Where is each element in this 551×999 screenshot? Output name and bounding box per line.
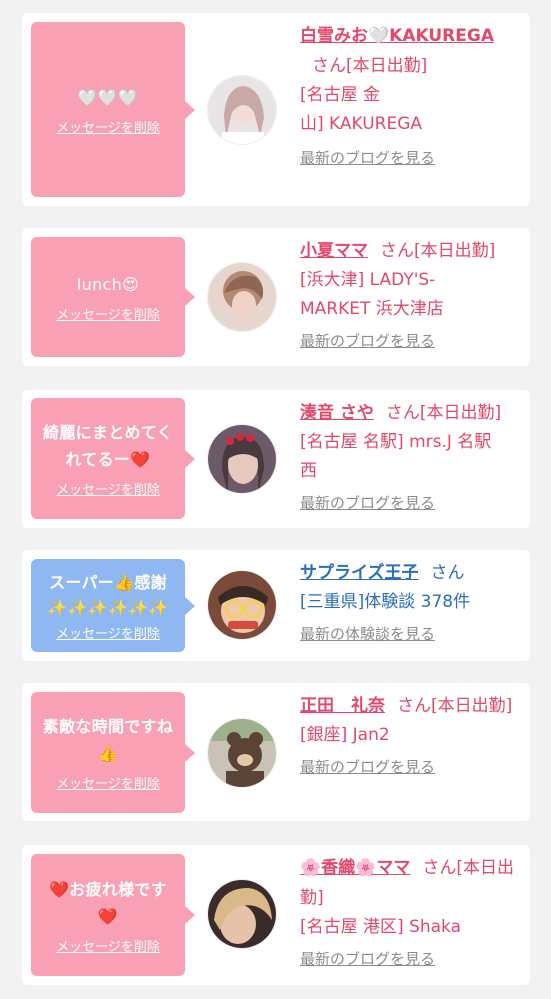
message-text: スーパー👍感謝 ✨✨✨✨✨✨ (47, 572, 169, 617)
message-bubble: 🤍🤍🤍 メッセージを削除 (31, 22, 195, 197)
member-review-count: [三重県]体験談 378件 (300, 592, 471, 612)
avatar[interactable] (207, 262, 277, 332)
member-shop: [名古屋 名駅] mrs.J 名駅 西 (300, 432, 492, 481)
latest-review-link[interactable]: 最新の体験談を見る (300, 623, 435, 644)
member-name-link[interactable]: 白雪みお🤍KAKUREGA (300, 26, 494, 46)
message-text: 素敵な時間ですね 👍 (42, 717, 174, 763)
message-text: 綺麗にまとめてく れてるー❤️ (43, 423, 173, 469)
member-name-line: 小夏ママ さん[本日出勤] (300, 236, 522, 266)
message-bubble: lunch😍 メッセージを削除 (31, 237, 195, 357)
delete-message-link[interactable]: メッセージを削除 (56, 623, 160, 642)
member-status: さん[本日出勤] (380, 241, 496, 261)
delete-message-link[interactable]: メッセージを削除 (56, 304, 160, 323)
member-info: 🌸香織🌸ママ さん[本日出勤] [名古屋 港区] Shaka 最新のブログを見る (300, 853, 522, 969)
latest-blog-link[interactable]: 最新のブログを見る (300, 756, 435, 777)
member-info: 湊音 さや さん[本日出勤] [名古屋 名駅] mrs.J 名駅 西 最新のブログ… (300, 398, 522, 513)
member-status: さん (430, 563, 465, 583)
avatar[interactable] (207, 718, 277, 788)
delete-message-link[interactable]: メッセージを削除 (56, 773, 160, 792)
member-shop: [浜大津] LADY'S- MARKET 浜大津店 (300, 270, 444, 319)
message-text: 🤍🤍🤍 (77, 87, 139, 107)
member-name-link[interactable]: 小夏ママ (300, 241, 368, 261)
message-card: スーパー👍感謝 ✨✨✨✨✨✨ メッセージを削除 サプライズ王子 さん [三重県]体… (22, 550, 530, 661)
member-name-link[interactable]: 正田 礼奈 (300, 696, 385, 716)
member-info: 正田 礼奈 さん[本日出勤] [銀座] Jan2 最新のブログを見る (300, 691, 522, 777)
avatar[interactable] (207, 75, 277, 145)
message-text: lunch😍 (76, 275, 140, 294)
member-status: さん[本日出勤] (385, 403, 502, 423)
member-status: さん[本日出勤] (397, 696, 513, 716)
member-name-link[interactable]: 🌸香織🌸ママ (300, 858, 410, 878)
avatar[interactable] (207, 570, 277, 640)
latest-blog-link[interactable]: 最新のブログを見る (300, 948, 435, 969)
member-name-line: 白雪みお🤍KAKUREGA さん[本日出勤] (300, 21, 522, 81)
member-info: サプライズ王子 さん [三重県]体験談 378件 最新の体験談を見る (300, 558, 522, 644)
delete-message-link[interactable]: メッセージを削除 (56, 479, 160, 498)
member-status: さん[本日出勤] (312, 56, 428, 76)
member-name-line: 🌸香織🌸ママ さん[本日出勤] (300, 853, 522, 913)
member-shop: [名古屋 金 山] KAKUREGA (300, 85, 423, 134)
avatar[interactable] (207, 879, 277, 949)
member-name-line: 湊音 さや さん[本日出勤] (300, 398, 522, 428)
latest-blog-link[interactable]: 最新のブログを見る (300, 330, 435, 351)
member-name-link[interactable]: サプライズ王子 (300, 563, 419, 583)
message-text: ❤️お疲れ様です ❤️ (48, 879, 168, 926)
message-card: 素敵な時間ですね 👍 メッセージを削除 正田 礼奈 さん[本日出勤] [銀座] J… (22, 683, 530, 821)
member-name-line: サプライズ王子 さん (300, 558, 522, 588)
avatar[interactable] (207, 424, 277, 494)
message-card: ❤️お疲れ様です ❤️ メッセージを削除 🌸香織🌸ママ さん[本日出勤] [名古屋… (22, 845, 530, 985)
message-bubble: スーパー👍感謝 ✨✨✨✨✨✨ メッセージを削除 (31, 559, 195, 652)
message-bubble: 素敵な時間ですね 👍 メッセージを削除 (31, 692, 195, 813)
message-card: lunch😍 メッセージを削除 小夏ママ さん[本日出勤] [浜大津] LADY'… (22, 228, 530, 366)
member-name-line: 正田 礼奈 さん[本日出勤] (300, 691, 522, 721)
member-shop: [銀座] Jan2 (300, 725, 390, 745)
message-list: 🤍🤍🤍 メッセージを削除 白雪みお🤍KAKUREGA さん[本日出勤] [名古屋 … (0, 0, 551, 999)
member-info: 小夏ママ さん[本日出勤] [浜大津] LADY'S- MARKET 浜大津店 最… (300, 236, 522, 351)
member-info: 白雪みお🤍KAKUREGA さん[本日出勤] [名古屋 金 山] KAKUREGA… (300, 21, 522, 168)
delete-message-link[interactable]: メッセージを削除 (56, 936, 160, 955)
message-card: 綺麗にまとめてく れてるー❤️ メッセージを削除 湊音 さや さん[本日出勤] [… (22, 390, 530, 528)
message-bubble: 綺麗にまとめてく れてるー❤️ メッセージを削除 (31, 398, 195, 519)
message-bubble: ❤️お疲れ様です ❤️ メッセージを削除 (31, 854, 195, 976)
delete-message-link[interactable]: メッセージを削除 (56, 117, 160, 136)
latest-blog-link[interactable]: 最新のブログを見る (300, 492, 435, 513)
message-card: 🤍🤍🤍 メッセージを削除 白雪みお🤍KAKUREGA さん[本日出勤] [名古屋 … (22, 13, 530, 206)
latest-blog-link[interactable]: 最新のブログを見る (300, 147, 435, 168)
member-name-link[interactable]: 湊音 さや (300, 403, 374, 423)
member-shop: [名古屋 港区] Shaka (300, 917, 462, 937)
